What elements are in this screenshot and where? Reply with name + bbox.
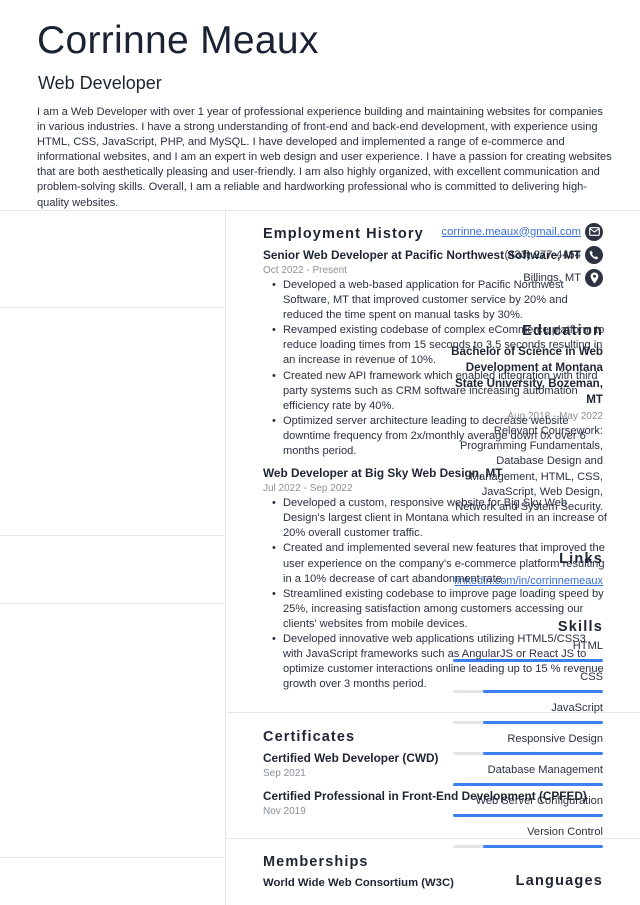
job-entry: Senior Web Developer at Pacific Northwes… bbox=[263, 247, 608, 459]
header-divider bbox=[0, 210, 640, 211]
job-bullet: Created new API framework which enabled … bbox=[272, 369, 608, 414]
candidate-name: Corrinne Meaux bbox=[37, 19, 319, 62]
education-divider bbox=[0, 535, 225, 536]
job-bullet: Developed innovative web applications ut… bbox=[272, 632, 608, 692]
certificate-item: Certified Web Developer (CWD) Sep 2021 bbox=[263, 750, 608, 781]
job-bullet: Developed a web-based application for Pa… bbox=[272, 278, 608, 323]
profile-summary: I am a Web Developer with over 1 year of… bbox=[37, 106, 612, 209]
job-bullet: Revamped existing codebase of complex eC… bbox=[272, 323, 608, 368]
skill-level-fill bbox=[483, 721, 603, 724]
employment-section: Employment History Senior Web Developer … bbox=[263, 225, 608, 692]
job-bullet: Optimized server architecture leading to… bbox=[272, 414, 608, 459]
job-bullets: Developed a web-based application for Pa… bbox=[272, 278, 608, 459]
skill-name: Version Control bbox=[527, 826, 603, 838]
job-dates: Oct 2022 - Present bbox=[263, 265, 347, 276]
job-bullet: Streamlined existing codebase to improve… bbox=[272, 587, 608, 632]
job-bullets: Developed a custom, responsive website f… bbox=[272, 496, 608, 692]
certificate-item: Certified Professional in Front-End Deve… bbox=[263, 788, 608, 819]
job-title: Web Developer at Big Sky Web Design, MT bbox=[263, 466, 503, 481]
job-bullet: Developed a custom, responsive website f… bbox=[272, 496, 608, 541]
contact-divider bbox=[0, 307, 225, 308]
membership-item: World Wide Web Consortium (W3C) bbox=[263, 877, 454, 889]
skill-name: JavaScript bbox=[551, 702, 603, 714]
employment-heading: Employment History bbox=[263, 226, 424, 242]
links-divider bbox=[0, 603, 225, 604]
skill-level-bar bbox=[453, 845, 603, 848]
certificate-name: Certified Professional in Front-End Deve… bbox=[263, 789, 587, 803]
skill-item: JavaScript bbox=[453, 700, 603, 724]
job-dates: Jul 2022 - Sep 2022 bbox=[263, 483, 353, 495]
certificates-heading: Certificates bbox=[263, 729, 356, 745]
job-entry: Web Developer at Big Sky Web Design, MT … bbox=[263, 465, 608, 692]
skills-divider bbox=[0, 857, 225, 858]
column-divider bbox=[225, 211, 226, 905]
certificate-date: Sep 2021 bbox=[263, 768, 306, 779]
memberships-heading: Memberships bbox=[263, 854, 369, 870]
memberships-section: Memberships World Wide Web Consortium (W… bbox=[263, 853, 608, 891]
skill-level-fill bbox=[483, 845, 603, 848]
candidate-job-title: Web Developer bbox=[38, 73, 162, 93]
certificate-date: Nov 2019 bbox=[263, 806, 306, 817]
skill-level-bar bbox=[453, 721, 603, 724]
job-title: Senior Web Developer at Pacific Northwes… bbox=[263, 248, 581, 262]
certificate-name: Certified Web Developer (CWD) bbox=[263, 751, 439, 765]
certificates-section: Certificates Certified Web Developer (CW… bbox=[263, 728, 608, 819]
skill-item: Version Control bbox=[453, 824, 603, 848]
job-bullet: Created and implemented several new feat… bbox=[272, 541, 608, 586]
